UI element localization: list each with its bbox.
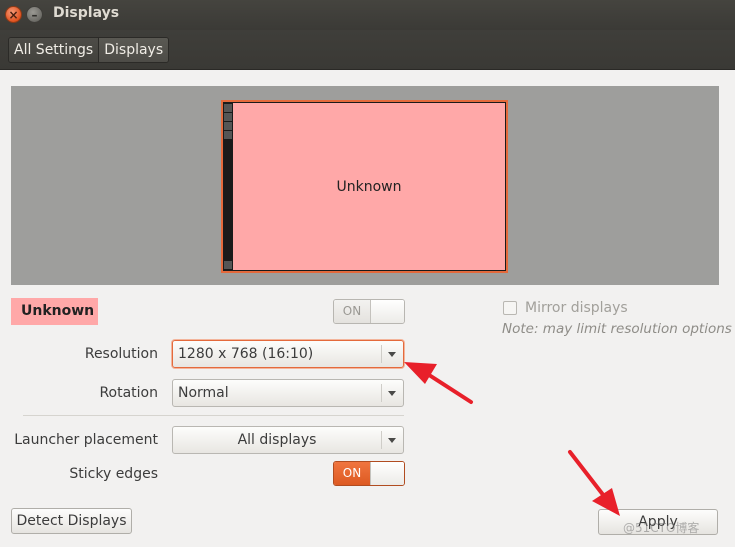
annotation-arrows (404, 362, 620, 516)
annotation-arrow-resolution (404, 362, 473, 404)
annotation-arrow-apply (568, 450, 620, 516)
